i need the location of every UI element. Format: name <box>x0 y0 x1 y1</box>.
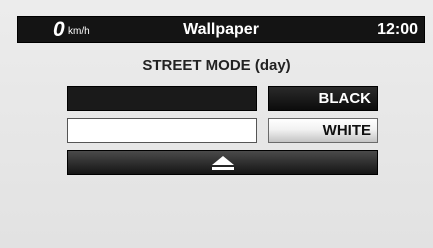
black-preview-swatch <box>67 86 257 111</box>
eject-up-button[interactable] <box>67 150 378 175</box>
status-bar: 0 km/h Wallpaper 12:00 <box>17 16 425 43</box>
mode-label: STREET MODE (day) <box>142 57 291 74</box>
wallpaper-screen: 0 km/h Wallpaper 12:00 STREET MODE (day)… <box>0 0 433 248</box>
white-preview-swatch <box>67 118 257 143</box>
white-option-button[interactable]: WHITE <box>268 118 378 143</box>
clock: 12:00 <box>377 21 418 38</box>
black-option-button[interactable]: BLACK <box>268 86 378 111</box>
screen-title: Wallpaper <box>183 21 259 38</box>
eject-up-icon <box>212 156 234 170</box>
